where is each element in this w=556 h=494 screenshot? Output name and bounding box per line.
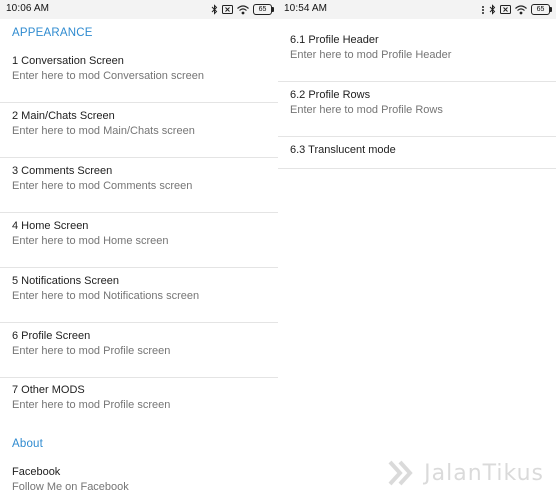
item-title: 6 Profile Screen	[12, 330, 91, 342]
item-title: 7 Other MODS	[12, 384, 85, 396]
item-subtitle: Enter here to mod Profile screen	[12, 399, 171, 411]
list-item-other-mods[interactable]: 7 Other MODS Enter here to mod Profile s…	[0, 377, 278, 432]
status-bar: 10:06 AM 65	[0, 0, 278, 19]
list-item-profile-header[interactable]: 6.1 Profile Header Enter here to mod Pro…	[278, 27, 556, 82]
item-subtitle: Enter here to mod Profile Rows	[290, 104, 443, 116]
item-title: 2 Main/Chats Screen	[12, 110, 115, 122]
item-title: Facebook	[12, 466, 61, 478]
list-item-main-chats-screen[interactable]: 2 Main/Chats Screen Enter here to mod Ma…	[0, 103, 278, 158]
item-subtitle: Enter here to mod Comments screen	[12, 180, 193, 192]
item-subtitle: Follow Me on Facebook	[12, 481, 129, 493]
list-item-conversation-screen[interactable]: 1 Conversation Screen Enter here to mod …	[0, 48, 278, 103]
wifi-icon	[515, 4, 527, 14]
item-title: 3 Comments Screen	[12, 165, 113, 177]
wifi-icon	[237, 4, 249, 14]
status-bar: 10:54 AM 65	[278, 0, 556, 19]
status-time: 10:06 AM	[6, 3, 50, 14]
left-screen: 10:06 AM 65 APPEARANCE 1 Conversation Sc…	[0, 0, 278, 494]
status-time: 10:54 AM	[284, 3, 328, 14]
item-subtitle: Enter here to mod Notifications screen	[12, 290, 200, 302]
item-subtitle: Enter here to mod Profile screen	[12, 345, 171, 357]
watermark-text: JalanTikus	[424, 460, 544, 486]
item-subtitle: Enter here to mod Conversation screen	[12, 70, 204, 82]
jalantikus-logo-icon	[388, 460, 413, 486]
list-item-comments-screen[interactable]: 3 Comments Screen Enter here to mod Comm…	[0, 158, 278, 213]
bluetooth-icon	[211, 4, 218, 15]
appearance-header: APPEARANCE	[12, 27, 93, 39]
list-item-home-screen[interactable]: 4 Home Screen Enter here to mod Home scr…	[0, 213, 278, 268]
more-dots-icon	[482, 5, 484, 14]
bluetooth-icon	[489, 4, 496, 15]
item-subtitle: Enter here to mod Home screen	[12, 235, 169, 247]
item-title: 4 Home Screen	[12, 220, 89, 232]
item-title: 6.3 Translucent mode	[290, 144, 396, 156]
list-item-profile-screen[interactable]: 6 Profile Screen Enter here to mod Profi…	[0, 323, 278, 378]
list-item-translucent-mode[interactable]: 6.3 Translucent mode	[278, 137, 556, 169]
item-title: 6.1 Profile Header	[290, 34, 379, 46]
list-item-profile-rows[interactable]: 6.2 Profile Rows Enter here to mod Profi…	[278, 82, 556, 137]
battery-icon: 65	[531, 4, 552, 15]
sim-off-icon	[222, 5, 233, 14]
item-subtitle: Enter here to mod Profile Header	[290, 49, 452, 61]
item-title: 1 Conversation Screen	[12, 55, 124, 67]
battery-icon: 65	[253, 4, 274, 15]
list-item-facebook[interactable]: Facebook Follow Me on Facebook	[0, 459, 278, 494]
list-item-notifications-screen[interactable]: 5 Notifications Screen Enter here to mod…	[0, 268, 278, 323]
about-header: About	[12, 438, 44, 450]
right-screen: 10:54 AM 65 6.1 Profile Header Enter her…	[278, 0, 556, 494]
item-title: 5 Notifications Screen	[12, 275, 119, 287]
sim-off-icon	[500, 5, 511, 14]
watermark: JalanTikus	[388, 460, 544, 486]
item-title: 6.2 Profile Rows	[290, 89, 371, 101]
item-subtitle: Enter here to mod Main/Chats screen	[12, 125, 195, 137]
